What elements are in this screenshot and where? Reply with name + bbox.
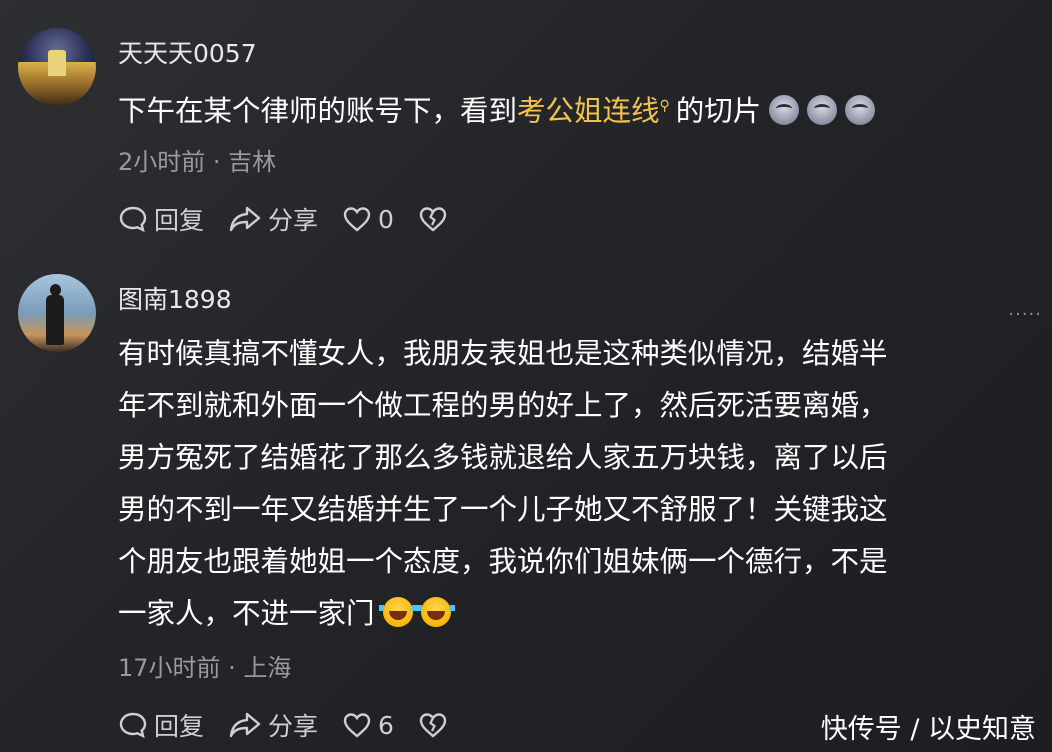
dog-grin-emoji [845,94,876,125]
like-count: 6 [378,710,394,740]
reply-icon [119,206,147,233]
like-button[interactable]: 0 [342,205,394,234]
comment-text-segment: 下午在某个律师的账号下，看到 [118,94,518,128]
comment-meta: 17小时前 · 上海 [118,654,292,682]
share-icon [229,206,261,232]
comment-text: 下午在某个律师的账号下，看到考公姐连线⚲ 的切片 [118,80,876,138]
watermark: 快传号 / 以史知意 [820,714,1036,745]
comment-text-line: 男的不到一年又结婚并生了一个儿子她又不舒服了！关键我这 [118,493,888,526]
heart-icon [343,713,371,738]
avatar[interactable] [18,274,96,352]
share-label: 分享 [268,206,319,235]
comment-text-segment: 的切片 [675,94,762,128]
share-label: 分享 [268,712,319,741]
reply-icon [119,712,147,739]
comment-username[interactable]: 天天天0057 [118,34,257,70]
avatar[interactable] [18,28,96,106]
heart-icon [343,207,371,232]
comment-meta: 2小时前 · 吉林 [118,148,277,176]
comment-text: 有时候真搞不懂女人，我朋友表姐也是这种类似情况，结婚半 年不到就和外面一个做工程… [118,328,888,640]
share-button[interactable]: 分享 [228,707,318,743]
reply-label: 回复 [154,206,205,235]
laugh-cry-emoji [416,597,455,627]
comment-text-line: 男方冤死了结婚花了那么多钱就退给人家五万块钱，离了以后 [118,441,888,474]
dislike-button[interactable] [418,205,454,233]
dog-grin-emoji [807,94,838,125]
share-icon [229,712,261,738]
comment-text-line: 有时候真搞不懂女人，我朋友表姐也是这种类似情况，结婚半 [118,337,888,370]
broken-heart-icon [419,713,447,738]
comment-actions: 回复 分享 6 [118,708,478,742]
reply-label: 回复 [154,712,205,741]
laugh-cry-emoji [378,597,417,627]
reply-button[interactable]: 回复 [118,707,204,743]
search-keyword-link[interactable]: 考公姐连线 [517,95,660,128]
like-button[interactable]: 6 [342,711,394,740]
more-options-icon[interactable]: ····· [1008,304,1042,325]
comment-actions: 回复 分享 0 [118,202,478,236]
comment-text-line: 年不到就和外面一个做工程的男的好上了，然后死活要离婚， [118,389,888,422]
comment-text-line: 一家人，不进一家门 [118,597,375,630]
like-count: 0 [378,204,394,234]
reply-button[interactable]: 回复 [118,201,204,237]
dog-grin-emoji [769,94,800,125]
comment-text-line: 个朋友也跟着她姐一个态度，我说你们姐妹俩一个德行，不是 [118,545,888,578]
broken-heart-icon [419,207,447,232]
search-icon[interactable]: ⚲ [660,80,670,132]
share-button[interactable]: 分享 [228,201,318,237]
comment-username[interactable]: 图南1898 [118,280,232,316]
dislike-button[interactable] [418,711,454,739]
